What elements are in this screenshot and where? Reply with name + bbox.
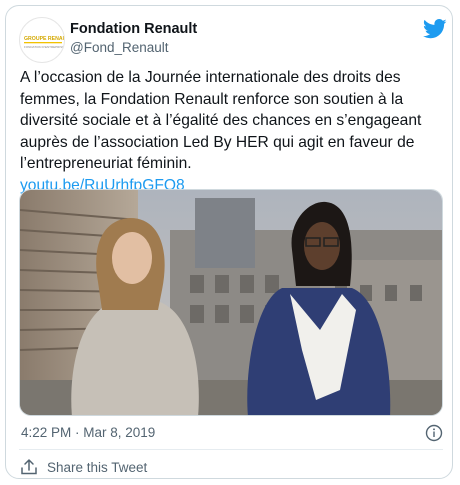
tweet-card[interactable]: GROUPE RENAULT FONDATION D'ENTREPRISE Fo… [5, 5, 453, 479]
svg-text:GROUPE RENAULT: GROUPE RENAULT [24, 36, 65, 42]
video-still-image [20, 190, 442, 415]
author-name[interactable]: Fondation Renault [70, 21, 197, 37]
divider [19, 449, 443, 450]
info-icon[interactable] [425, 424, 443, 442]
twitter-bird-icon[interactable] [423, 19, 447, 39]
avatar[interactable]: GROUPE RENAULT FONDATION D'ENTREPRISE [19, 17, 65, 63]
tweet-text: A l’occasion de la Journée international… [20, 69, 422, 172]
tweet-body: A l’occasion de la Journée international… [20, 67, 445, 196]
share-icon [21, 459, 37, 475]
tweet-timestamp[interactable]: 4:22 PM · Mar 8, 2019 [21, 425, 155, 440]
share-label: Share this Tweet [47, 459, 148, 475]
share-tweet-button[interactable]: Share this Tweet [20, 456, 147, 478]
fondation-renault-logo: GROUPE RENAULT FONDATION D'ENTREPRISE [24, 36, 65, 49]
author-handle[interactable]: @Fond_Renault [70, 40, 169, 55]
svg-text:FONDATION D'ENTREPRISE: FONDATION D'ENTREPRISE [24, 45, 64, 49]
video-thumbnail[interactable] [19, 189, 443, 416]
